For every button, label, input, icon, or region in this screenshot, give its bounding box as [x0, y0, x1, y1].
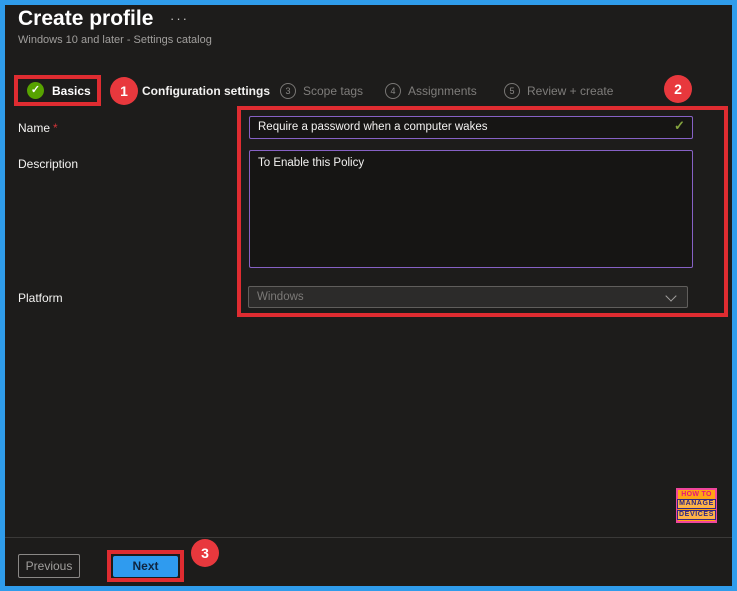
name-input[interactable]: Require a password when a computer wakes: [249, 116, 693, 139]
annotation-badge-2: 2: [664, 75, 692, 103]
step-number-icon: 5: [504, 83, 520, 99]
tab-scope-tags[interactable]: 3 Scope tags: [280, 83, 363, 99]
tab-assignments[interactable]: 4 Assignments: [385, 83, 477, 99]
required-asterisk: *: [53, 121, 58, 135]
annotation-badge-1: 1: [110, 77, 138, 105]
platform-label: Platform: [18, 291, 63, 305]
step-number-icon: 4: [385, 83, 401, 99]
tab-basics-label: Basics: [52, 83, 91, 98]
create-profile-window: Create profile ··· Windows 10 and later …: [0, 0, 737, 591]
logo-line2: MANAGE: [677, 499, 716, 509]
completed-check-icon: ✓: [27, 82, 44, 99]
platform-selected-value: Windows: [257, 291, 304, 303]
annotation-badge-3: 3: [191, 539, 219, 567]
next-button[interactable]: Next: [113, 556, 178, 577]
howtomanagedevices-logo: HOW TO MANAGE DEVICES: [676, 488, 717, 523]
step-number-icon: 3: [280, 83, 296, 99]
description-textarea[interactable]: To Enable this Policy: [249, 150, 693, 268]
platform-select[interactable]: Windows: [248, 286, 688, 308]
tab-assignments-label: Assignments: [408, 84, 477, 98]
page-title: Create profile: [18, 7, 154, 30]
footer-divider: [5, 537, 732, 538]
more-options-icon[interactable]: ···: [170, 11, 189, 26]
name-label: Name *: [18, 121, 58, 135]
logo-line3: DEVICES: [677, 510, 716, 520]
tab-review-create[interactable]: 5 Review + create: [504, 83, 613, 99]
tab-configuration-settings[interactable]: Configuration settings: [142, 84, 270, 98]
description-label: Description: [18, 157, 79, 171]
tab-scope-tags-label: Scope tags: [303, 84, 364, 98]
tab-review-create-label: Review + create: [527, 84, 614, 98]
previous-button[interactable]: Previous: [18, 554, 80, 578]
chevron-down-icon: [665, 290, 677, 302]
valid-check-icon: ✓: [674, 118, 685, 133]
logo-line1: HOW TO: [681, 491, 712, 498]
page-subtitle: Windows 10 and later - Settings catalog: [18, 34, 212, 46]
tab-basics[interactable]: ✓ Basics: [27, 82, 91, 99]
